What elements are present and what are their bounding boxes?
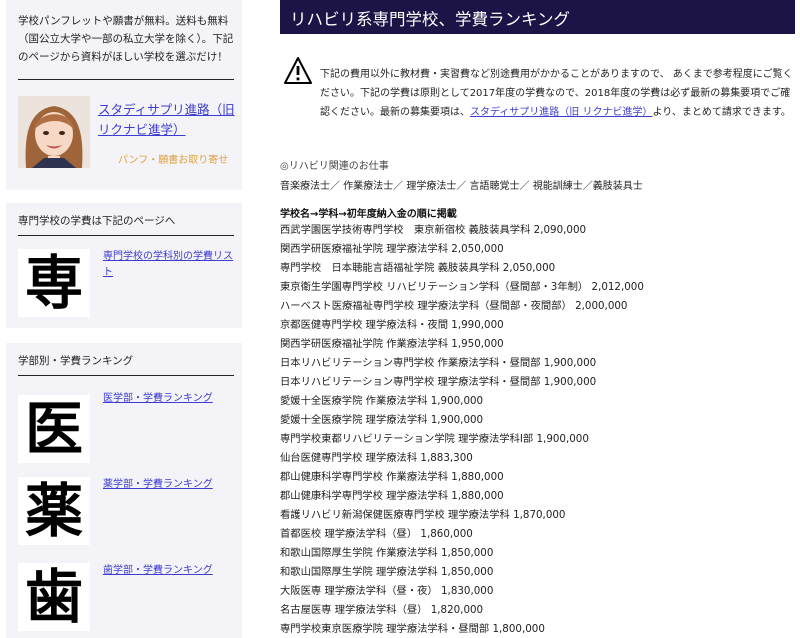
list-item: 日本リハビリテーション専門学校 作業療法学科・昼間部 1,900,000 <box>280 357 597 369</box>
list-item: 郡山健康科学専門学校 作業療法学科 1,880,000 <box>280 471 504 483</box>
medicine-ranking-link[interactable]: 医学部・学費ランキング <box>103 391 213 407</box>
list-item: 専門学校東京医療学院 理学療法学科・昼間部 1,800,000 <box>280 623 545 635</box>
list-item: 専門学校 日本聴能言語福祉学院 義肢装具学科 2,050,000 <box>280 262 556 274</box>
avatar <box>18 96 90 168</box>
list-item: 東京衛生学園専門学校 リハビリテーション学科（昼間部・3年制） 2,012,00… <box>280 281 644 293</box>
list-item: 大阪医専 理学療法学科（昼・夜） 1,830,000 <box>280 585 494 597</box>
tuition-list-link[interactable]: 専門学校の学科別の学費リスト <box>103 249 235 281</box>
notice-studysapuri-link[interactable]: スタディサプリ進路（旧 リクナビ進学） <box>470 107 652 118</box>
main-content: リハビリ系専門学校、学費ランキング 下記の費用以外に教材費・実習費など別途費用が… <box>280 0 800 638</box>
notice-text-after: より、まとめて請求できます。 <box>652 107 791 118</box>
studysapuri-link[interactable]: スタディサプリ進路（旧 リクナビ進学） <box>98 100 238 140</box>
list-item: 和歌山国際厚生学院 作業療法学科 1,850,000 <box>280 547 494 559</box>
page-title: リハビリ系専門学校、学費ランキング <box>290 10 571 29</box>
medicine-kanji-icon[interactable]: 医 <box>18 395 90 463</box>
notice-text: 下記の費用以外に教材費・実習費など別途費用がかかることがありますので、 あくまで… <box>320 65 795 122</box>
dentistry-kanji-icon[interactable]: 歯 <box>18 563 90 631</box>
dentistry-ranking-link[interactable]: 歯学部・学費ランキング <box>103 563 213 579</box>
divider <box>18 235 234 236</box>
tuition-box: 専門学校の学費は下記のページへ 専 専門学校の学科別の学費リスト <box>6 203 242 328</box>
list-item: 首都医校 理学療法学科（昼） 1,860,000 <box>280 528 473 540</box>
tuition-heading: 専門学校の学費は下記のページへ <box>18 215 176 227</box>
list-item: 仙台医健専門学校 理学療法科 1,883,300 <box>280 452 473 464</box>
free-pamphlet-box: 学校パンフレットや願書が無料。送料も無料（国公立大学や一部の私立大学を除く）。下… <box>6 0 242 190</box>
list-item: 郡山健康科学専門学校 理学療法学科 1,880,000 <box>280 490 504 502</box>
free-pamphlet-intro: 学校パンフレットや願書が無料。送料も無料（国公立大学や一部の私立大学を除く）。下… <box>18 15 234 63</box>
list-item: 日本リハビリテーション専門学校 理学療法学科・昼間部 1,900,000 <box>280 376 597 388</box>
sidebar: 学校パンフレットや願書が無料。送料も無料（国公立大学や一部の私立大学を除く）。下… <box>0 0 248 638</box>
jobs-heading: ◎リハビリ関連のお仕事 <box>280 161 389 172</box>
jobs-list: 音楽療法士／ 作業療法士／ 理学療法士／ 言語聴覚士／ 視能訓練士／義肢装具士 <box>280 181 643 192</box>
list-item: ハーベスト医療福祉専門学校 理学療法学科（昼間部・夜間部） 2,000,000 <box>280 300 628 312</box>
list-item: 愛媛十全医療学院 理学療法学科 1,900,000 <box>280 414 484 426</box>
list-item: 愛媛十全医療学院 作業療法学科 1,900,000 <box>280 395 484 407</box>
page-title-bar: リハビリ系専門学校、学費ランキング <box>280 0 795 34</box>
sen-kanji-icon[interactable]: 専 <box>18 249 90 317</box>
list-item: 名古屋医専 理学療法学科（昼） 1,820,000 <box>280 604 484 616</box>
pamphlet-request-label[interactable]: パンフ・願書お取り寄せ <box>118 151 228 166</box>
pharmacy-kanji-icon[interactable]: 薬 <box>18 477 90 545</box>
ranking-list: 西武学園医学技術専門学校 東京新宿校 義肢装具学科 2,090,000 関西学研… <box>280 221 800 638</box>
list-item: 専門学校東都リハビリテーション学院 理学療法学科Ⅰ部 1,900,000 <box>280 433 589 445</box>
ranking-list-title: 学校名→学科→初年度納入金の順に掲載 <box>280 209 457 220</box>
faculty-ranking-box: 学部別・学費ランキング 医 医学部・学費ランキング 薬 薬学部・学費ランキング … <box>6 343 242 638</box>
notice: 下記の費用以外に教材費・実習費など別途費用がかかることがありますので、 あくまで… <box>280 52 795 142</box>
divider <box>18 375 234 376</box>
faculty-ranking-heading: 学部別・学費ランキング <box>18 355 134 367</box>
divider <box>18 79 234 80</box>
list-item: 看護リハビリ新潟保健医療専門学校 理学療法学科 1,870,000 <box>280 509 566 521</box>
pharmacy-ranking-link[interactable]: 薬学部・学費ランキング <box>103 477 213 493</box>
list-item: 和歌山国際厚生学院 理学療法学科 1,850,000 <box>280 566 494 578</box>
list-item: 京都医健専門学校 理学療法科・夜間 1,990,000 <box>280 319 504 331</box>
list-item: 関西学研医療福祉学院 理学療法学科 2,050,000 <box>280 243 504 255</box>
list-item: 西武学園医学技術専門学校 東京新宿校 義肢装具学科 2,090,000 <box>280 224 587 236</box>
list-item: 関西学研医療福祉学院 作業療法学科 1,950,000 <box>280 338 504 350</box>
warning-triangle-icon <box>284 57 312 84</box>
